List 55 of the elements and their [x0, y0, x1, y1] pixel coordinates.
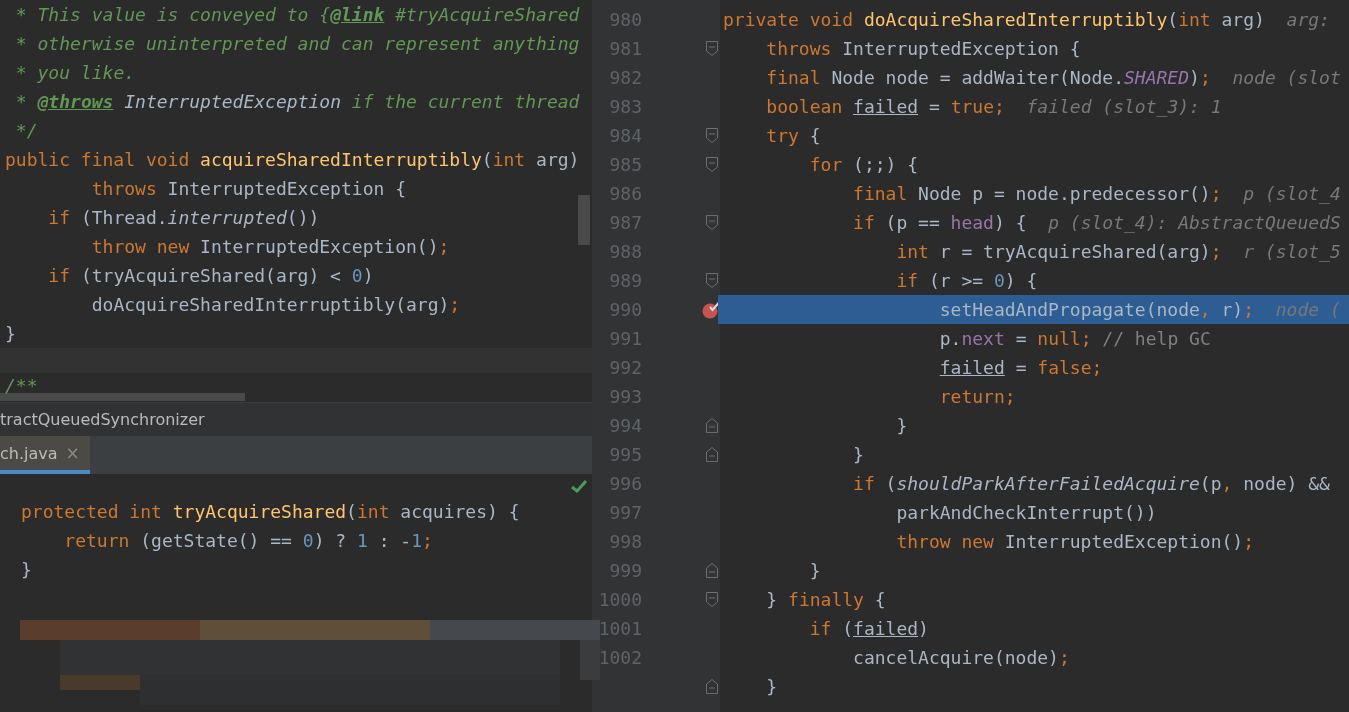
fold-icon[interactable]	[706, 563, 718, 578]
scrollbar-thumb[interactable]	[0, 393, 245, 401]
code-line: for (;;) {	[808, 153, 920, 177]
breadcrumb[interactable]: tractQueuedSynchronizer	[0, 410, 205, 430]
code-line: } finally {	[765, 588, 887, 612]
file-tab[interactable]: ch.java ×	[0, 436, 90, 474]
code-line: */	[14, 119, 38, 143]
code-line: public final void acquireSharedInterruptibly(int arg)	[5, 148, 580, 172]
fold-icon[interactable]	[706, 418, 718, 433]
close-icon[interactable]: ×	[65, 443, 80, 464]
fold-icon[interactable]	[706, 157, 718, 172]
code-line: throws InterruptedException {	[765, 37, 1082, 61]
code-line: if (Thread.interrupted())	[47, 206, 320, 230]
code-line: * otherwise uninterpreted and can represent anything	[14, 32, 580, 56]
code-line: * you like.	[14, 61, 136, 85]
code-line: }	[765, 675, 779, 699]
check-icon	[571, 480, 587, 493]
code-line: boolean failed = true; failed (slot_3): 1	[765, 95, 1223, 119]
code-line: if (p == head) { p (slot_4): AbstractQueuedS	[852, 211, 1342, 235]
code-line: final Node node = addWaiter(Node.SHARED); node (slot	[765, 66, 1342, 90]
code-line: }	[808, 559, 822, 583]
fold-icon[interactable]	[706, 128, 718, 143]
scrollbar-thumb[interactable]	[578, 195, 590, 245]
code-line: /**	[5, 374, 38, 393]
code-line: * @throws InterruptedException if the current thread	[14, 90, 580, 114]
fold-icon[interactable]	[706, 592, 718, 607]
code-line: }	[21, 558, 32, 582]
code-line: try {	[765, 124, 822, 148]
code-line: if (r >= 0) {	[895, 269, 1039, 293]
fold-icon[interactable]	[706, 447, 718, 462]
code-line: throws InterruptedException {	[90, 177, 406, 201]
code-line: throw new InterruptedException();	[895, 530, 1256, 554]
code-line: int r = tryAcquireShared(arg); r (slot_5	[895, 240, 1342, 264]
code-line: if (shouldParkAfterFailedAcquire(p, node) &&	[852, 472, 1331, 496]
fold-icon[interactable]	[706, 679, 718, 694]
code-line: doAcquireSharedInterruptibly(arg);	[90, 293, 461, 317]
code-line: if (failed)	[808, 617, 930, 641]
code-line: parkAndCheckInterrupt())	[895, 501, 1158, 525]
fold-icon[interactable]	[706, 215, 718, 230]
code-line: return (getState() == 0) ? 1 : -1;	[63, 529, 433, 553]
code-line: * This value is conveyed to {@link #tryAcquireShared	[14, 3, 580, 27]
code-line: failed = false;	[938, 356, 1104, 380]
code-line: p.next = null; // help GC	[938, 327, 1212, 351]
code-line: cancelAcquire(node);	[852, 646, 1071, 670]
code-line: final Node p = node.predecessor(); p (slot_4	[852, 182, 1342, 206]
code-line: throw new InterruptedException();	[90, 235, 450, 259]
code-line: }	[895, 414, 909, 438]
code-line: }	[852, 443, 865, 467]
fold-icon[interactable]	[706, 41, 718, 56]
code-line: }	[5, 322, 16, 346]
code-line: if (tryAcquireShared(arg) < 0)	[47, 264, 374, 288]
code-line: protected int tryAcquireShared(int acquires) {	[21, 500, 520, 524]
code-line: return;	[938, 385, 1017, 409]
code-line: private void doAcquireSharedInterruptibly(int arg) arg:	[722, 8, 1331, 32]
fold-icon[interactable]	[706, 273, 718, 288]
